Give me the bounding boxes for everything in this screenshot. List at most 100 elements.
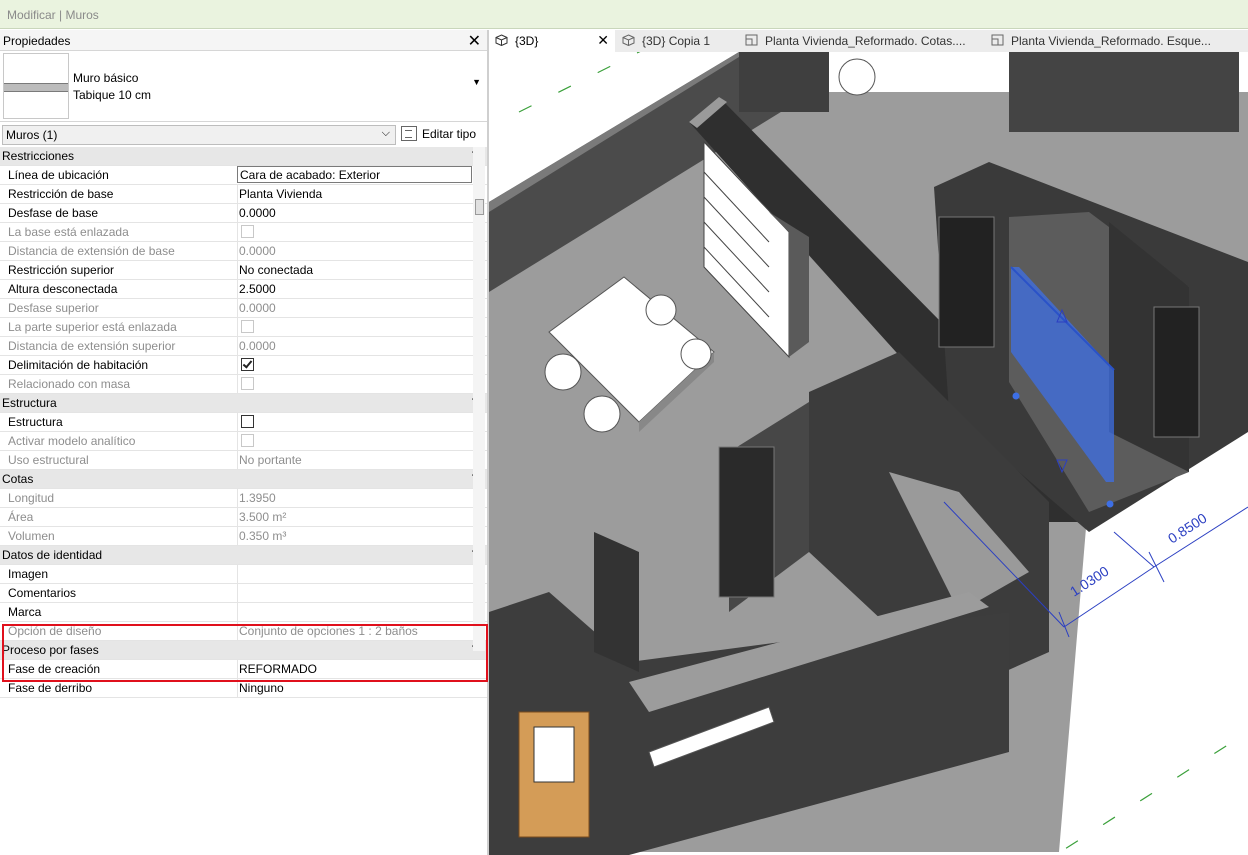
property-value[interactable]: 2.5000	[239, 282, 276, 296]
row-base-constraint[interactable]: Restricción de base Planta Vivienda	[0, 185, 487, 204]
property-value: 0.0000	[239, 244, 276, 258]
related-mass-checkbox	[241, 377, 254, 390]
group-label: Restricciones	[2, 149, 75, 163]
tab-label: Planta Vivienda_Reformado. Esque...	[1011, 34, 1211, 48]
property-label: La parte superior está enlazada	[8, 320, 177, 334]
property-value[interactable]: 0.0000	[239, 206, 276, 220]
group-label: Datos de identidad	[2, 548, 103, 562]
group-identity[interactable]: Datos de identidad ⌃	[0, 546, 487, 565]
property-label: Comentarios	[8, 586, 77, 600]
property-label: Activar modelo analítico	[8, 434, 136, 448]
property-label: Restricción superior	[8, 263, 115, 277]
property-value[interactable]: Ninguno	[239, 681, 284, 695]
row-area: Área 3.500 m²	[0, 508, 487, 527]
property-label: Desfase de base	[8, 206, 99, 220]
type-name: Tabique 10 cm	[73, 88, 152, 102]
row-volume: Volumen 0.350 m³	[0, 527, 487, 546]
property-value[interactable]: No conectada	[239, 263, 313, 277]
group-label: Estructura	[2, 396, 57, 410]
close-tab-icon[interactable]: ✕	[597, 32, 609, 49]
property-label: Desfase superior	[8, 301, 99, 315]
properties-scrollbar[interactable]	[473, 147, 485, 651]
floor-plan-icon	[991, 34, 1004, 46]
properties-grid: Restricciones ⌃ Línea de ubicación Cara …	[0, 147, 487, 698]
edit-type-icon	[401, 126, 417, 141]
3d-view-icon	[495, 34, 508, 46]
property-label: Volumen	[8, 529, 55, 543]
row-unconnected-height[interactable]: Altura desconectada 2.5000	[0, 280, 487, 299]
row-top-constraint[interactable]: Restricción superior No conectada	[0, 261, 487, 280]
red-highlight-box	[2, 624, 488, 682]
structural-checkbox[interactable]	[241, 415, 254, 428]
property-label: Imagen	[8, 567, 49, 581]
instance-filter-select[interactable]: Muros (1) ⌵	[2, 125, 396, 145]
analytical-checkbox	[241, 434, 254, 447]
row-length: Longitud 1.3950	[0, 489, 487, 508]
tab-plan-cotas[interactable]: Planta Vivienda_Reformado. Cotas....	[739, 30, 979, 52]
row-image[interactable]: Imagen	[0, 565, 487, 584]
3d-model-render[interactable]: 1.0300 0.8500	[489, 30, 1248, 855]
property-label: Longitud	[8, 491, 55, 505]
property-label: Estructura	[8, 415, 63, 429]
close-icon[interactable]: ✕	[468, 31, 481, 51]
type-selector[interactable]: Muro básico Tabique 10 cm ▼	[0, 51, 487, 122]
row-structural[interactable]: Estructura	[0, 413, 487, 432]
row-top-offset: Desfase superior 0.0000	[0, 299, 487, 318]
properties-header: Propiedades ✕	[0, 30, 487, 51]
row-mark[interactable]: Marca	[0, 603, 487, 622]
group-structure[interactable]: Estructura ⌃	[0, 394, 487, 413]
floor-plan-icon	[745, 34, 758, 46]
group-dimensions[interactable]: Cotas ⌃	[0, 470, 487, 489]
top-attached-checkbox	[241, 320, 254, 333]
property-label: Marca	[8, 605, 42, 619]
row-analytical: Activar modelo analítico	[0, 432, 487, 451]
wall-type-thumbnail	[3, 53, 69, 119]
property-label: La base está enlazada	[8, 225, 129, 239]
base-attached-checkbox	[241, 225, 254, 238]
edit-type-button[interactable]: Editar tipo	[399, 124, 481, 144]
room-bounding-checkbox[interactable]	[241, 358, 254, 371]
property-label: Distancia de extensión superior	[8, 339, 176, 353]
ribbon-context-label: Modificar | Muros	[7, 8, 99, 22]
property-label: Distancia de extensión de base	[8, 244, 175, 258]
group-label: Cotas	[2, 472, 34, 486]
dropdown-arrow-icon[interactable]: ▼	[472, 77, 481, 87]
tab-label: {3D} Copia 1	[642, 34, 711, 48]
property-value: 1.3950	[239, 491, 276, 505]
property-label: Línea de ubicación	[8, 168, 109, 182]
row-comments[interactable]: Comentarios	[0, 584, 487, 603]
property-value[interactable]: Planta Vivienda	[239, 187, 322, 201]
instance-filter-row: Muros (1) ⌵ Editar tipo	[0, 123, 487, 147]
row-base-offset[interactable]: Desfase de base 0.0000	[0, 204, 487, 223]
view-area: {3D} ✕ {3D} Copia 1 Planta Vivienda_Refo…	[489, 30, 1248, 855]
row-room-bounding[interactable]: Delimitación de habitación	[0, 356, 487, 375]
property-label: Fase de derribo	[8, 681, 93, 695]
property-value: Cara de acabado: Exterior	[240, 168, 381, 182]
row-base-attached: La base está enlazada	[0, 223, 487, 242]
property-value: No portante	[239, 453, 302, 467]
chevron-down-icon[interactable]: ⌵	[382, 127, 390, 140]
row-location-line[interactable]: Línea de ubicación Cara de acabado: Exte…	[0, 166, 487, 185]
tab-label: Planta Vivienda_Reformado. Cotas....	[765, 34, 966, 48]
tab-3d[interactable]: {3D} ✕	[489, 30, 615, 52]
property-label: Altura desconectada	[8, 282, 118, 296]
property-label: Delimitación de habitación	[8, 358, 149, 372]
type-family: Muro básico	[73, 71, 139, 85]
3d-view-icon	[622, 34, 635, 46]
scrollbar-thumb[interactable]	[475, 199, 484, 215]
edit-type-label: Editar tipo	[422, 127, 477, 141]
property-label: Relacionado con masa	[8, 377, 131, 391]
properties-palette: Propiedades ✕ Muro básico Tabique 10 cm …	[0, 30, 489, 855]
3d-viewport[interactable]: 1.0300 0.8500	[489, 30, 1248, 855]
ribbon-context-bar: Modificar | Muros	[0, 0, 1248, 29]
location-line-field[interactable]: Cara de acabado: Exterior	[237, 166, 472, 183]
property-label: Uso estructural	[8, 453, 89, 467]
group-constraints[interactable]: Restricciones ⌃	[0, 147, 487, 166]
row-structural-usage: Uso estructural No portante	[0, 451, 487, 470]
instance-filter-value: Muros (1)	[6, 128, 58, 142]
row-base-extension: Distancia de extensión de base 0.0000	[0, 242, 487, 261]
view-tabs: {3D} ✕ {3D} Copia 1 Planta Vivienda_Refo…	[489, 30, 1248, 53]
tab-label: {3D}	[515, 34, 539, 48]
property-value: 0.350 m³	[239, 529, 287, 543]
tab-plan-esquema[interactable]: Planta Vivienda_Reformado. Esque...	[985, 30, 1225, 52]
